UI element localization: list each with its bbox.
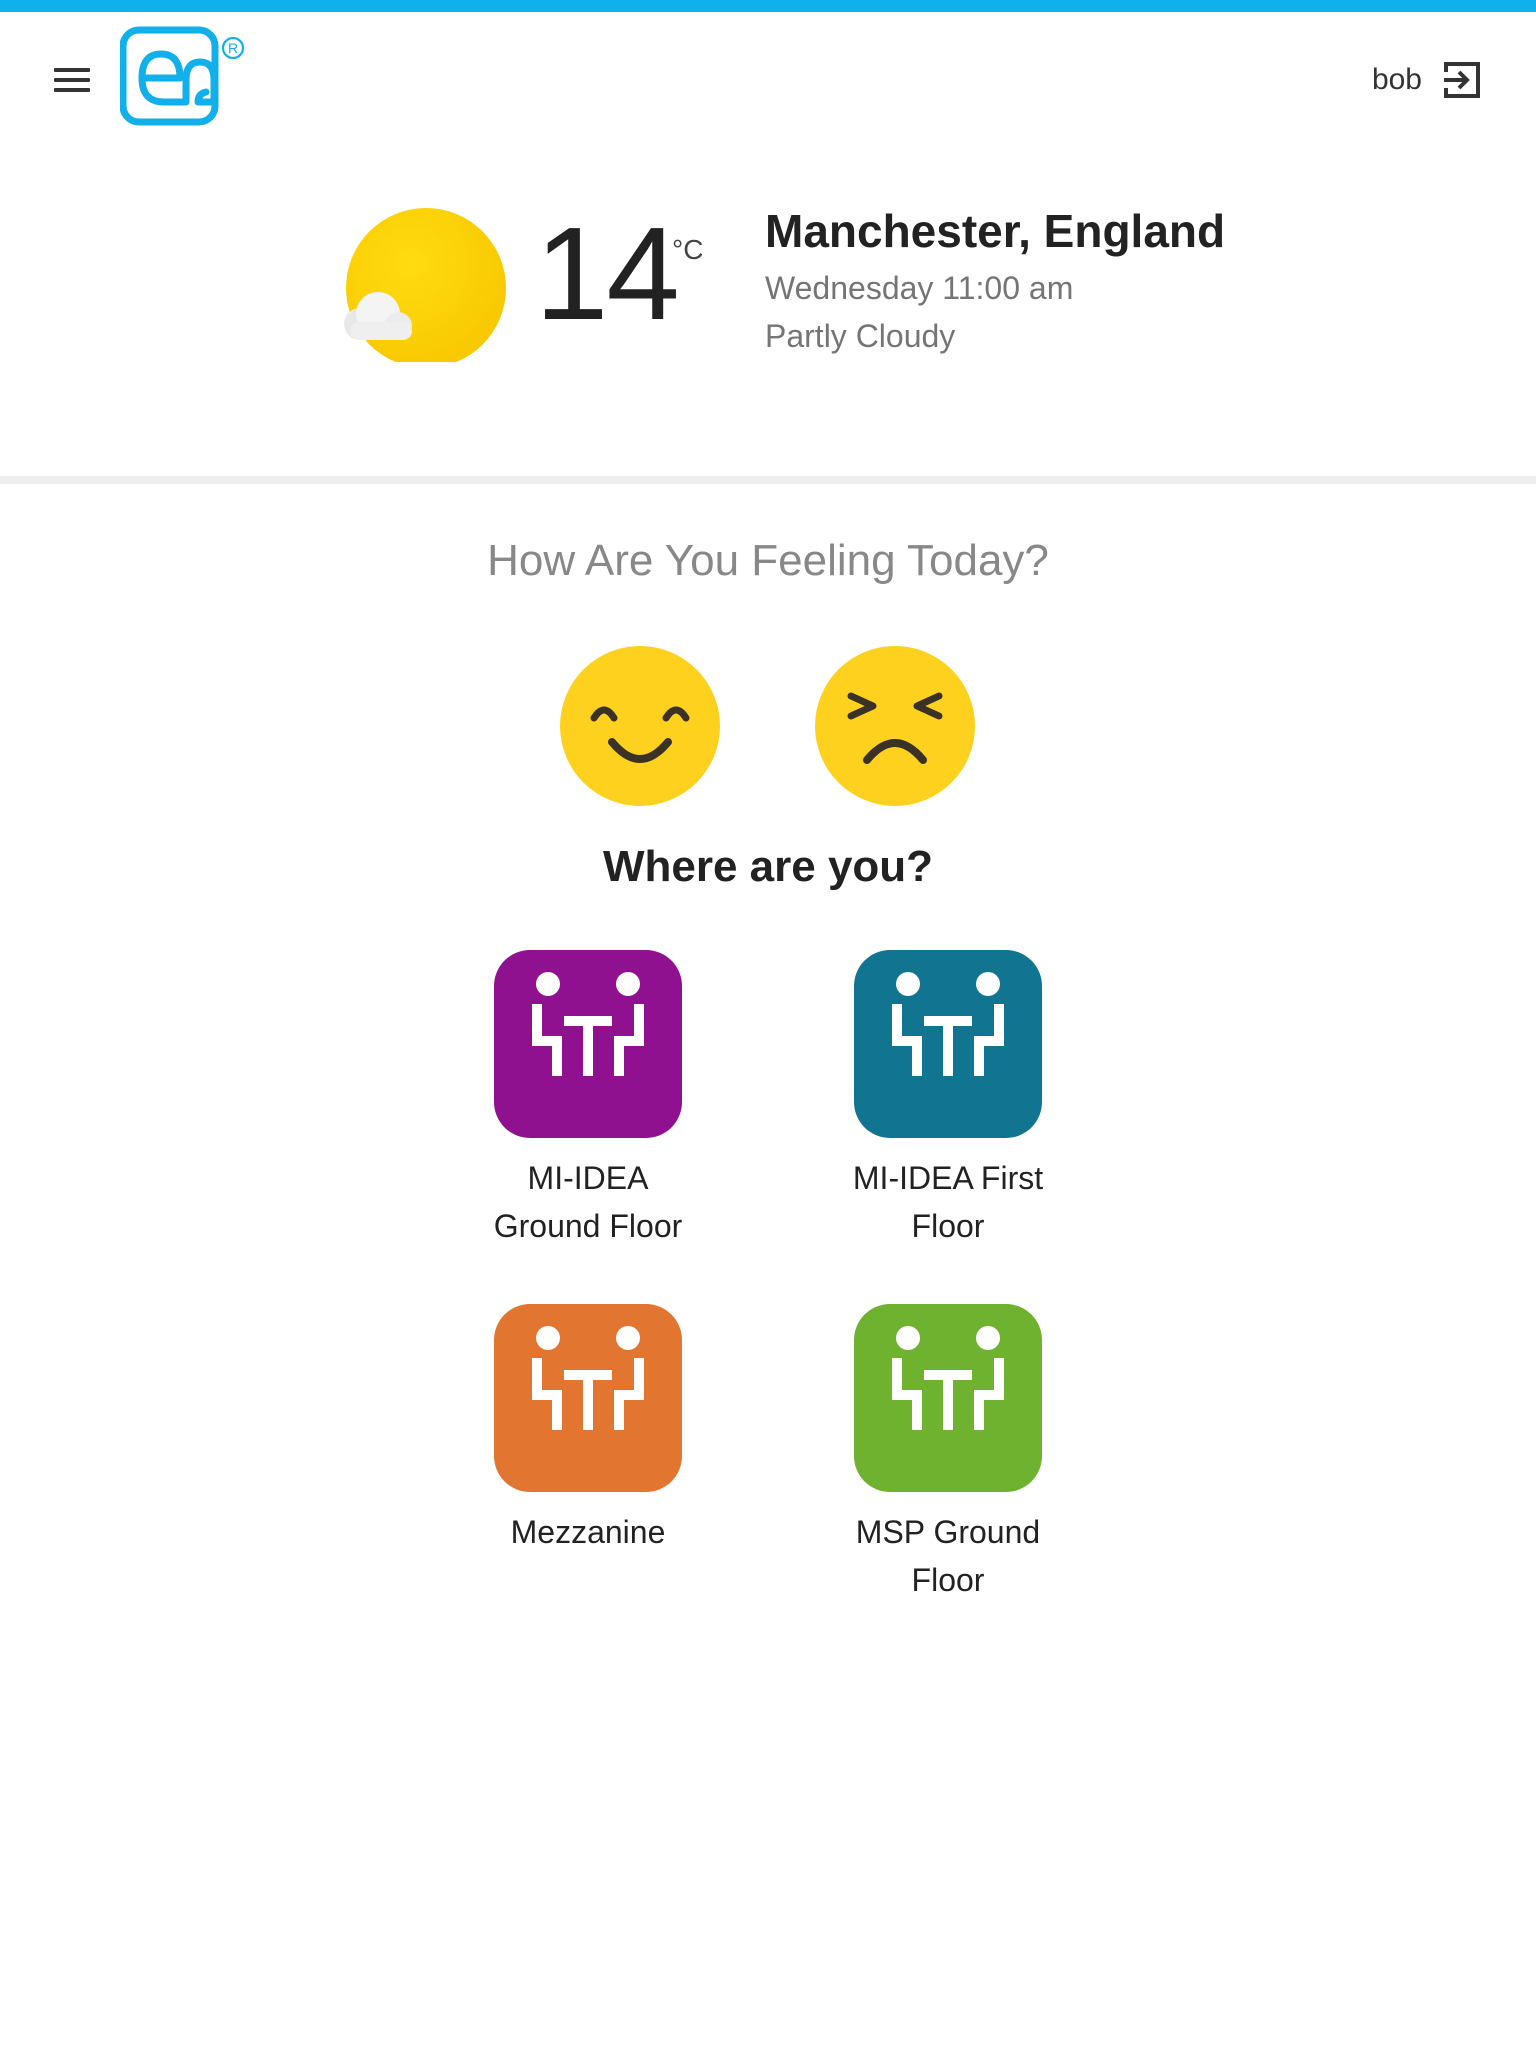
- location-mezzanine[interactable]: Mezzanine: [458, 1304, 718, 1556]
- weather-condition: Partly Cloudy: [765, 318, 956, 354]
- hamburger-menu-icon[interactable]: [50, 62, 94, 98]
- location-tile: [494, 950, 682, 1138]
- weather-datetime: Wednesday 11:00 am: [765, 270, 1074, 306]
- location-question: Where are you?: [602, 842, 934, 891]
- happy-mood-button[interactable]: [560, 646, 720, 806]
- location-msp-ground-floor[interactable]: MSP Ground Floor: [818, 1304, 1078, 1604]
- weather-widget: 14 °C Manchester, England Wednesday 11:0…: [0, 190, 1536, 370]
- meeting-table-icon: [532, 972, 644, 1076]
- location-mi-idea-ground-floor[interactable]: MI-IDEA Ground Floor: [458, 950, 718, 1250]
- temperature-unit: °C: [672, 234, 704, 265]
- user-area: bob: [1372, 52, 1484, 108]
- location-tile: [854, 950, 1042, 1138]
- weather-location: Manchester, England: [765, 205, 1226, 257]
- location-label: MI-IDEA First Floor: [852, 1160, 1044, 1244]
- meeting-table-icon: [892, 972, 1004, 1076]
- location-mi-idea-first-floor[interactable]: MI-IDEA First Floor: [818, 950, 1078, 1250]
- username-label: bob: [1371, 63, 1422, 96]
- meeting-table-icon: [892, 1326, 1004, 1430]
- location-label: MSP Ground Floor: [855, 1514, 1041, 1598]
- unhappy-face-icon: [847, 692, 943, 764]
- location-label: MI-IDEA Ground Floor: [493, 1160, 683, 1244]
- mood-question: How Are You Feeling Today?: [487, 536, 1049, 585]
- section-divider: [0, 476, 1536, 484]
- brand-logo: R: [120, 26, 245, 126]
- location-tile: [494, 1304, 682, 1492]
- top-accent-bar: [0, 0, 1536, 12]
- logout-icon[interactable]: [1440, 58, 1484, 102]
- meeting-table-icon: [532, 1326, 644, 1430]
- happy-face-icon: [590, 706, 690, 763]
- app-header: R bob: [0, 12, 1536, 140]
- location-tile: [854, 1304, 1042, 1492]
- temperature-value: 14: [535, 200, 680, 347]
- location-label: Mezzanine: [510, 1514, 666, 1550]
- partly-cloudy-icon: [344, 208, 506, 362]
- unhappy-mood-button[interactable]: [815, 646, 975, 806]
- svg-text:R: R: [228, 40, 238, 56]
